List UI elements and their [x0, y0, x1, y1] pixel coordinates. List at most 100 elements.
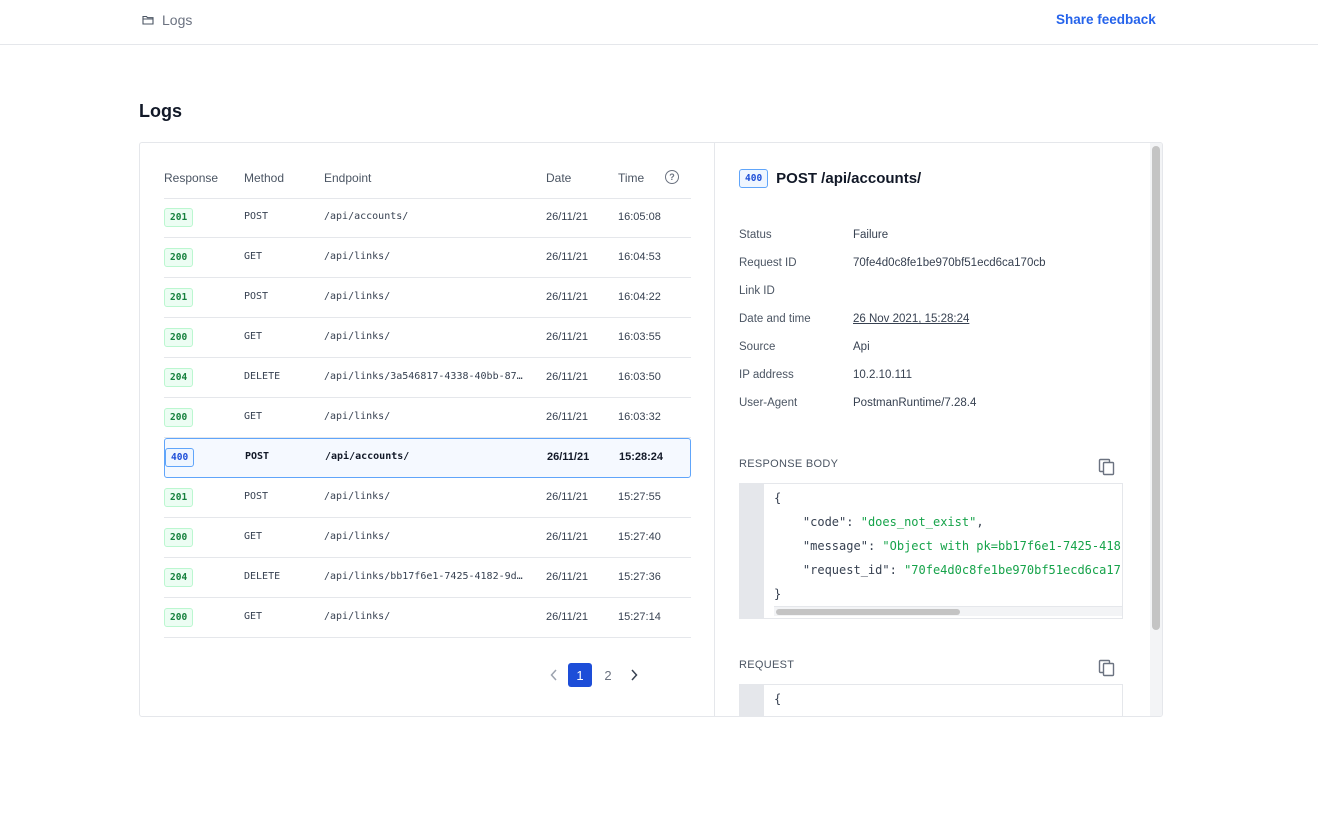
status-badge: 204: [164, 368, 194, 387]
method-cell: GET: [244, 531, 263, 542]
column-header-response[interactable]: Response: [164, 171, 218, 185]
copy-icon[interactable]: [1097, 658, 1117, 678]
help-icon[interactable]: ?: [665, 170, 679, 184]
field-status: Status Failure: [739, 227, 1119, 255]
column-header-endpoint[interactable]: Endpoint: [324, 171, 371, 185]
endpoint-cell: /api/links/bb17f6e1-7425-4182-9d…: [324, 571, 523, 582]
time-cell: 16:05:08: [618, 211, 661, 223]
table-row[interactable]: 204 DELETE /api/links/3a546817-4338-40bb…: [164, 358, 691, 398]
time-cell: 15:27:55: [618, 491, 661, 503]
request-label: REQUEST: [739, 659, 795, 671]
status-badge: 200: [164, 528, 194, 547]
method-cell: POST: [244, 491, 269, 502]
prev-page-button[interactable]: [542, 663, 566, 687]
table-row[interactable]: 201 POST /api/accounts/ 26/11/21 16:05:0…: [164, 198, 691, 238]
detail-header: 400 POST /api/accounts/: [739, 169, 921, 188]
detail-title: POST /api/accounts/: [776, 170, 922, 187]
field-link-id: Link ID: [739, 283, 1119, 311]
request-body-code[interactable]: {: [739, 684, 1123, 716]
date-cell: 26/11/21: [546, 331, 589, 343]
column-header-date[interactable]: Date: [546, 171, 571, 185]
response-body-code[interactable]: { "code": "does_not_exist", "message": "…: [739, 483, 1123, 619]
folder-icon: [142, 15, 154, 25]
vertical-scrollbar-thumb[interactable]: [1152, 146, 1160, 630]
table-row[interactable]: 201 POST /api/links/ 26/11/21 16:04:22: [164, 278, 691, 318]
status-badge: 200: [164, 408, 194, 427]
table-row[interactable]: 200 GET /api/links/ 26/11/21 16:03:32: [164, 398, 691, 438]
time-cell: 15:27:40: [618, 531, 661, 543]
table-row[interactable]: 200 GET /api/links/ 26/11/21 15:27:14: [164, 598, 691, 638]
field-ip-address: IP address 10.2.10.111: [739, 367, 1119, 395]
page-2-button[interactable]: 2: [596, 663, 620, 687]
pagination: 1 2: [542, 663, 646, 687]
date-cell: 26/11/21: [546, 211, 589, 223]
field-label: Date and time: [739, 313, 811, 325]
field-value: 10.2.10.111: [853, 369, 913, 381]
field-value: Api: [853, 341, 870, 353]
column-header-method[interactable]: Method: [244, 171, 284, 185]
field-user-agent: User-Agent PostmanRuntime/7.28.4: [739, 395, 1119, 423]
time-cell: 15:27:14: [618, 611, 661, 623]
field-label: IP address: [739, 369, 794, 381]
field-value: 70fe4d0c8fe1be970bf51ecd6ca170cb: [853, 257, 1046, 269]
code-gutter: [740, 484, 764, 618]
endpoint-cell: /api/accounts/: [325, 451, 410, 462]
field-label: Link ID: [739, 285, 775, 297]
logs-table-panel: Response Method Endpoint Date Time ? 201…: [140, 143, 715, 716]
response-body-label: RESPONSE BODY: [739, 458, 839, 470]
date-cell: 26/11/21: [547, 451, 590, 463]
method-cell: GET: [244, 611, 263, 622]
breadcrumb-label: Logs: [162, 12, 193, 28]
endpoint-cell: /api/links/: [324, 491, 391, 502]
detail-status-badge: 400: [739, 169, 769, 188]
share-feedback-link[interactable]: Share feedback: [1056, 12, 1156, 27]
date-time-value[interactable]: 26 Nov 2021, 15:28:24: [853, 313, 969, 325]
status-badge: 200: [164, 328, 194, 347]
table-row[interactable]: 201 POST /api/links/ 26/11/21 15:27:55: [164, 478, 691, 518]
field-label: Request ID: [739, 257, 797, 269]
method-cell: GET: [244, 331, 263, 342]
column-header-time[interactable]: Time: [618, 171, 644, 185]
date-cell: 26/11/21: [546, 611, 589, 623]
time-cell: 16:04:53: [618, 251, 661, 263]
endpoint-cell: /api/links/3a546817-4338-40bb-87…: [324, 371, 523, 382]
logs-card: Response Method Endpoint Date Time ? 201…: [139, 142, 1163, 717]
vertical-scrollbar[interactable]: [1150, 143, 1162, 716]
method-cell: POST: [245, 451, 270, 462]
table-row[interactable]: 200 GET /api/links/ 26/11/21 16:04:53: [164, 238, 691, 278]
copy-icon[interactable]: [1097, 457, 1117, 477]
code-gutter: [740, 685, 764, 716]
page-title: Logs: [139, 101, 182, 121]
code-content: {: [774, 692, 782, 706]
endpoint-cell: /api/accounts/: [324, 211, 409, 222]
method-cell: GET: [244, 251, 263, 262]
date-cell: 26/11/21: [546, 411, 589, 423]
breadcrumb[interactable]: Logs: [142, 12, 192, 28]
date-cell: 26/11/21: [546, 491, 589, 503]
date-cell: 26/11/21: [546, 531, 589, 543]
status-badge: 201: [164, 488, 194, 507]
endpoint-cell: /api/links/: [324, 611, 391, 622]
chevron-left-icon: [550, 669, 557, 681]
field-label: Source: [739, 341, 776, 353]
method-cell: DELETE: [244, 371, 281, 382]
table-row[interactable]: 204 DELETE /api/links/bb17f6e1-7425-4182…: [164, 558, 691, 598]
field-label: User-Agent: [739, 397, 798, 409]
date-cell: 26/11/21: [546, 571, 589, 583]
horizontal-scrollbar-thumb[interactable]: [776, 609, 960, 615]
method-cell: GET: [244, 411, 263, 422]
field-label: Status: [739, 229, 772, 241]
next-page-button[interactable]: [622, 663, 646, 687]
date-cell: 26/11/21: [546, 291, 589, 303]
time-cell: 16:04:22: [618, 291, 661, 303]
horizontal-scrollbar[interactable]: [774, 606, 1122, 616]
time-cell: 15:27:36: [618, 571, 661, 583]
detail-fields: Status Failure Request ID 70fe4d0c8fe1be…: [739, 227, 1119, 423]
table-row[interactable]: 200 GET /api/links/ 26/11/21 16:03:55: [164, 318, 691, 358]
code-content: { "code": "does_not_exist", "message": "…: [774, 491, 1121, 601]
page-1-button[interactable]: 1: [568, 663, 592, 687]
method-cell: POST: [244, 291, 269, 302]
endpoint-cell: /api/links/: [324, 291, 391, 302]
table-row[interactable]: 200 GET /api/links/ 26/11/21 15:27:40: [164, 518, 691, 558]
table-row-selected[interactable]: 400 POST /api/accounts/ 26/11/21 15:28:2…: [164, 438, 691, 478]
